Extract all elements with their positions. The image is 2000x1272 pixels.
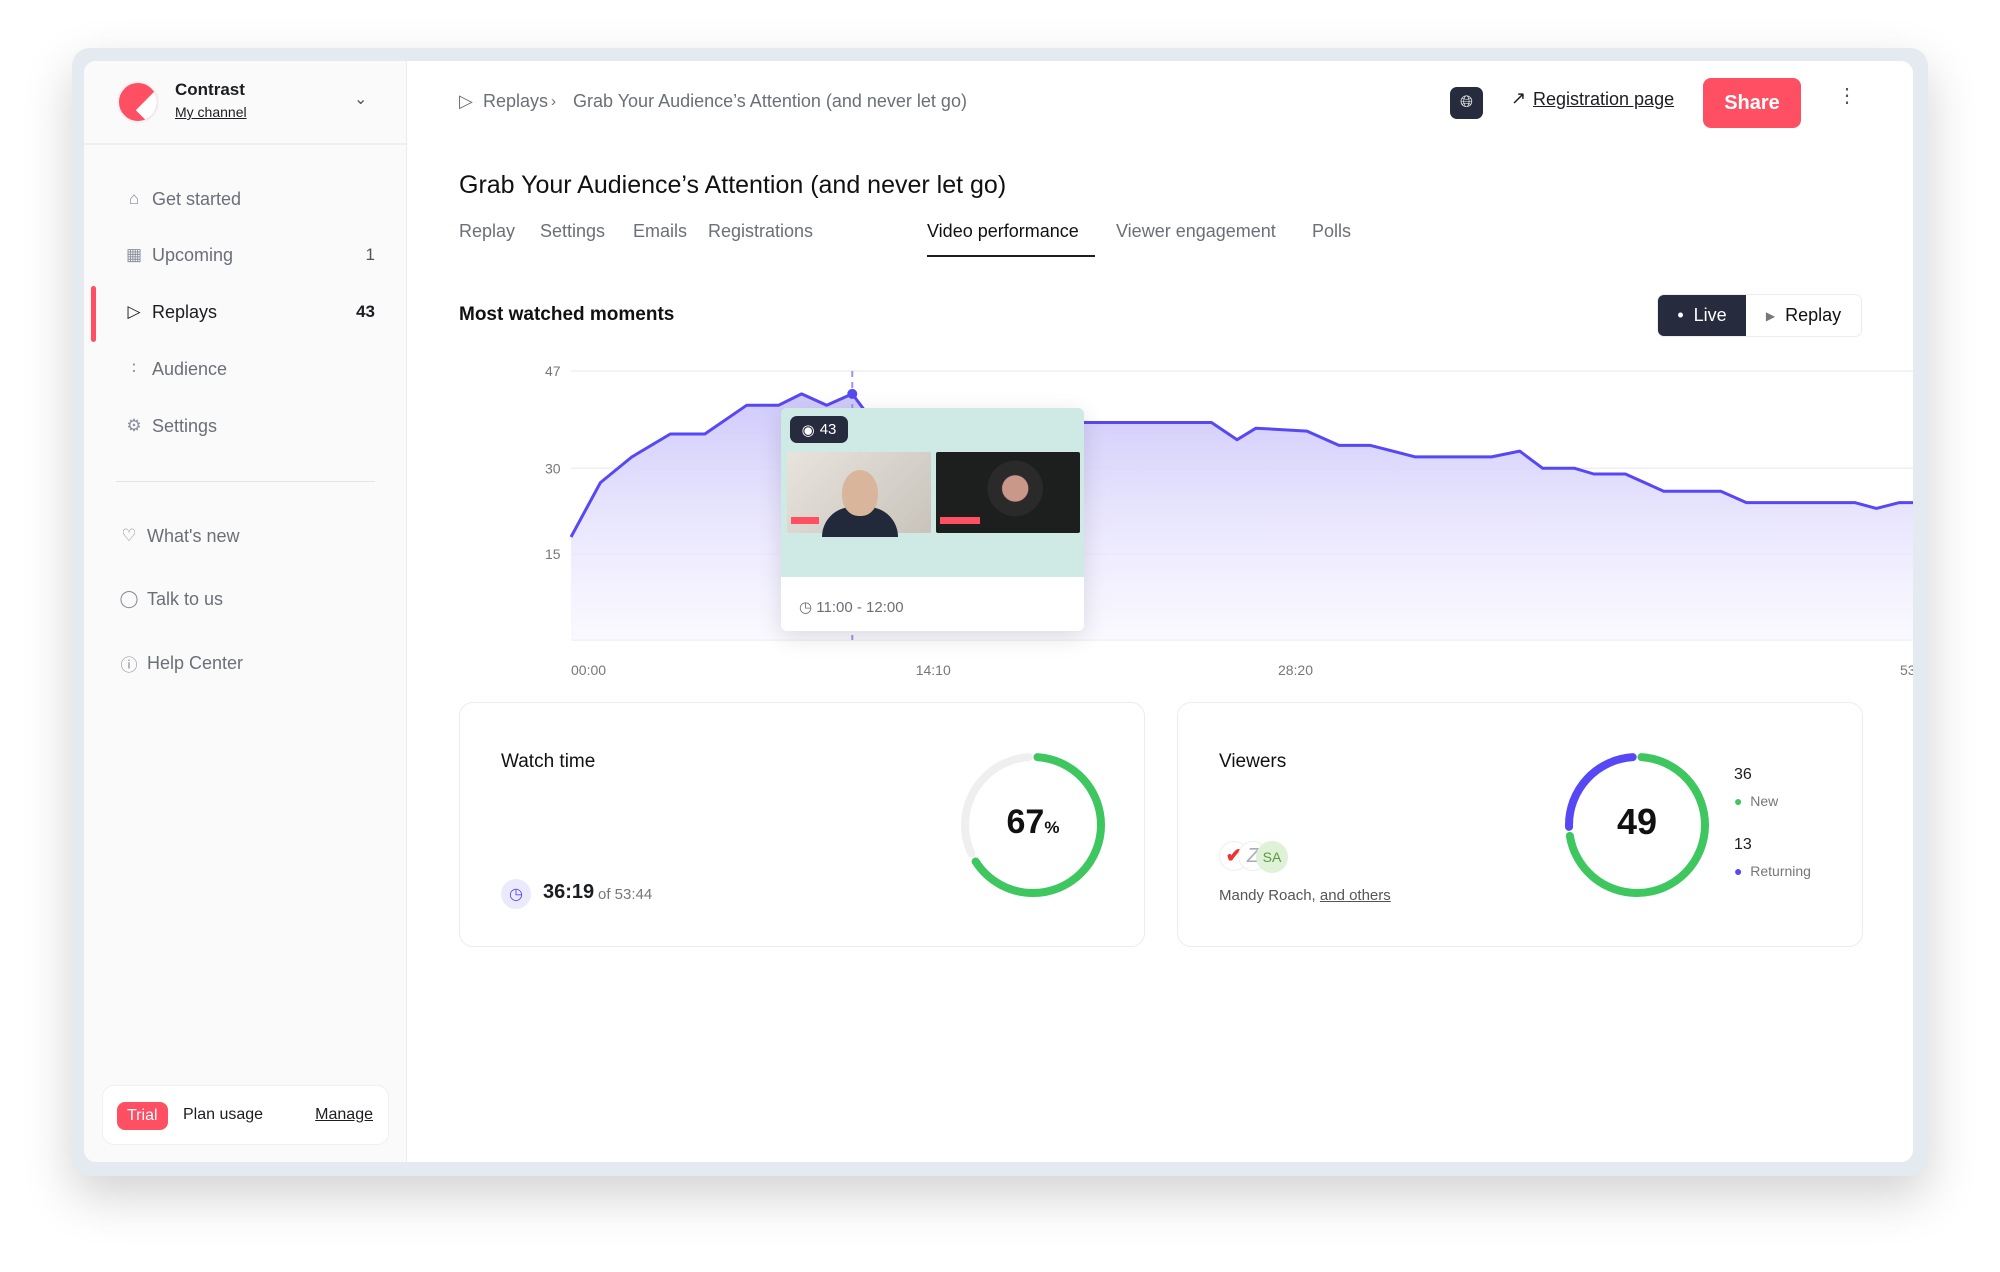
brand-name: Contrast [175, 80, 245, 99]
watch-time-total: of 53:44 [598, 886, 653, 903]
sidebar-item-replays[interactable]: ▷ Replays 43 [84, 292, 407, 332]
avatar[interactable]: SA [1256, 841, 1288, 873]
viewer-name: Mandy Roach, [1219, 887, 1316, 904]
contrast-logo [117, 81, 159, 123]
viewers-total: 49 [1616, 801, 1658, 842]
count-badge: 43 [356, 302, 375, 321]
card-title: Watch time [501, 751, 596, 772]
chevron-down-icon[interactable]: ⌄ [354, 89, 367, 109]
views-badge: ◉ 43 [790, 416, 848, 443]
legend-new: ● New [1734, 793, 1778, 809]
main-content: ▷ Replays › Grab Your Audience’s Attenti… [407, 61, 1913, 1162]
sidebar-item-label: Upcoming [152, 244, 234, 265]
sidebar-item-settings[interactable]: ⚙ Settings [84, 406, 407, 446]
channel-switcher[interactable]: Contrast My channel ⌄ [84, 61, 407, 145]
plan-usage-label: Plan usage [183, 1106, 264, 1123]
moment-tooltip: ◉ 43 ◷ 11:00 - 12:00 [781, 408, 1084, 631]
and-others-link[interactable]: and others [1320, 887, 1391, 904]
viewer-names: Mandy Roach, and others [1219, 887, 1391, 904]
speaker-thumbnail [787, 452, 931, 537]
sidebar-item-label: Talk to us [147, 588, 224, 609]
calendar-icon: ▦ [125, 245, 143, 264]
views-count: 43 [819, 421, 837, 438]
plan-usage-card: Trial Plan usage Manage [102, 1085, 389, 1145]
time-range: ◷ 11:00 - 12:00 [799, 598, 904, 616]
sidebar-item-audience[interactable]: ∶ Audience [84, 349, 407, 389]
home-icon: ⌂ [128, 189, 140, 208]
y-tick-label: 47 [545, 363, 561, 379]
sidebar-item-talk-to-us[interactable]: ◯ Talk to us [84, 579, 407, 619]
watch-time-value: 36:19 [543, 881, 595, 903]
divider [116, 481, 375, 482]
area-fill [571, 393, 1913, 640]
x-tick-label: 00:00 [571, 662, 606, 678]
bar-chart-icon: ∶ [131, 359, 137, 378]
returning-count: 13 [1734, 836, 1752, 853]
card-title: Viewers [1219, 751, 1287, 772]
y-tick-label: 15 [545, 546, 561, 562]
video-preview: ◉ 43 [781, 408, 1084, 577]
sidebar-item-label: Audience [152, 358, 228, 379]
speaker-thumbnail [936, 452, 1080, 533]
app-window: Contrast My channel ⌄ ⌂ Get started ▦ Upco… [84, 61, 1913, 1162]
sidebar-item-get-started[interactable]: ⌂ Get started [84, 179, 407, 219]
legend-returning: ● Returning [1734, 863, 1811, 879]
clock-icon: ◷ [799, 599, 817, 616]
highlight-point [847, 388, 858, 399]
blue-dot-icon: ● [1734, 863, 1743, 879]
help-icon: ⓘ [120, 655, 138, 675]
watch-time-card: Watch time ◷ 36:19 of 53:44 67% [459, 702, 1145, 947]
new-count: 36 [1734, 766, 1752, 783]
sidebar-item-label: Help Center [147, 652, 244, 673]
percent-value: 67 [1006, 803, 1045, 841]
x-tick-label: 14:10 [916, 662, 951, 678]
y-tick-label: 30 [545, 460, 561, 476]
sidebar-item-label: Replays [152, 301, 218, 322]
sidebar-item-label: Settings [152, 415, 218, 436]
time-range-text: 11:00 - 12:00 [816, 599, 904, 616]
clock-icon: ◷ [501, 879, 531, 909]
most-watched-chart: 47 30 15 00:00 14:10 28:20 53:44 [545, 363, 1913, 678]
x-tick-label: 53:44 [1900, 662, 1913, 678]
trial-badge: Trial [117, 1102, 168, 1130]
viewers-card: Viewers ✔ Z SA Mandy Roach, and others 4… [1177, 702, 1863, 947]
manage-link[interactable]: Manage [315, 1106, 373, 1124]
play-circle-icon: ▷ [127, 302, 141, 321]
green-dot-icon: ● [1734, 793, 1743, 809]
sidebar-item-label: What's new [147, 525, 240, 546]
x-tick-label: 28:20 [1278, 662, 1313, 678]
count-badge: 1 [365, 245, 375, 264]
legend-label: New [1750, 793, 1779, 809]
gear-icon: ⚙ [126, 416, 142, 435]
sidebar-item-whats-new[interactable]: ♡ What's new [84, 516, 407, 556]
legend-label: Returning [1750, 863, 1811, 879]
sidebar-item-help-center[interactable]: ⓘ Help Center [84, 643, 407, 683]
chat-icon: ◯ [119, 589, 139, 608]
percent-unit: % [1044, 818, 1060, 837]
sidebar-item-upcoming[interactable]: ▦ Upcoming 1 [84, 235, 407, 275]
sidebar: Contrast My channel ⌄ ⌂ Get started ▦ Upco… [84, 61, 407, 1162]
my-channel-link[interactable]: My channel [175, 104, 247, 120]
sidebar-item-label: Get started [152, 188, 242, 209]
bell-icon: ♡ [121, 526, 137, 545]
watch-percent: 67% [953, 803, 1113, 842]
eye-icon: ◉ [801, 421, 815, 439]
